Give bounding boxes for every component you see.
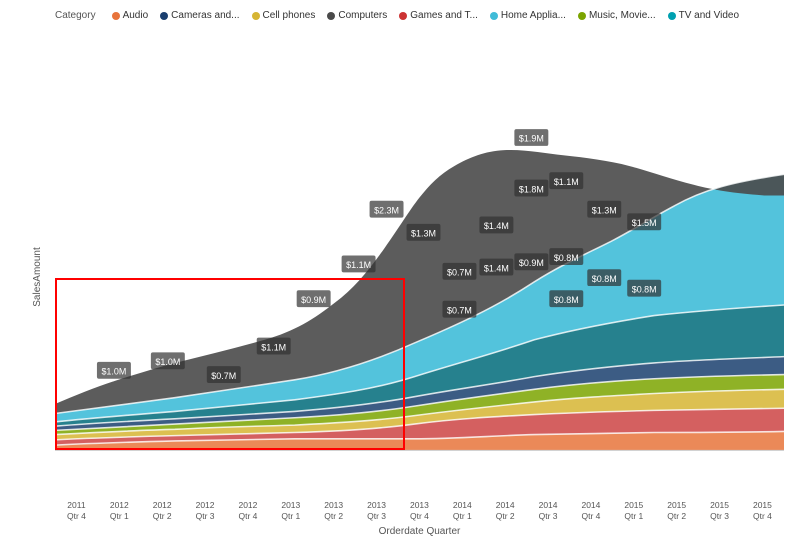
legend-item-computers: Computers [327,10,387,21]
x-label-2015q1: 2015Qtr 1 [612,500,655,522]
svg-text:$1.3M: $1.3M [592,205,617,215]
svg-text:$0.8M: $0.8M [592,274,617,284]
legend-item-cellphones: Cell phones [252,10,316,21]
chart-container: Category Audio Cameras and... Cell phone… [0,0,794,553]
y-axis-label: SalesAmount [32,247,43,306]
svg-text:$0.7M: $0.7M [447,305,472,315]
svg-text:$0.9M: $0.9M [301,295,326,305]
legend-item-music: Music, Movie... [578,10,656,21]
legend-dot-games [399,12,407,20]
x-label-2015q3: 2015Qtr 3 [698,500,741,522]
svg-text:$1.4M: $1.4M [484,221,509,231]
legend-label-cellphones: Cell phones [263,10,316,21]
svg-text:$0.8M: $0.8M [632,284,657,294]
svg-text:$0.7M: $0.7M [447,267,472,277]
x-label-2014q1: 2014Qtr 1 [441,500,484,522]
svg-text:$1.8M: $1.8M [519,184,544,194]
chart-area: $1.0M $1.0M $0.7M $1.1M $0.9M $1.1M $2.3… [55,29,784,482]
svg-text:$1.1M: $1.1M [554,177,579,187]
legend-item-audio: Audio [112,10,149,21]
legend-label-music: Music, Movie... [589,10,656,21]
svg-text:$0.9M: $0.9M [519,258,544,268]
legend-dot-audio [112,12,120,20]
chart-svg: $1.0M $1.0M $0.7M $1.1M $0.9M $1.1M $2.3… [55,29,784,482]
x-label-2013q3: 2013Qtr 3 [355,500,398,522]
legend-label-games: Games and T... [410,10,478,21]
svg-text:$0.7M: $0.7M [211,371,236,381]
legend-dot-computers [327,12,335,20]
svg-text:$1.1M: $1.1M [261,342,286,352]
svg-text:$0.8M: $0.8M [554,295,579,305]
x-label-2014q2: 2014Qtr 2 [484,500,527,522]
legend-item-homeappliance: Home Applia... [490,10,566,21]
legend-label-homeappliance: Home Applia... [501,10,566,21]
x-axis: 2011Qtr 4 2012Qtr 1 2012Qtr 2 2012Qtr 3 … [55,500,784,522]
x-label-2012q2: 2012Qtr 2 [141,500,184,522]
legend-item-tv: TV and Video [668,10,739,21]
x-label-2012q3: 2012Qtr 3 [184,500,227,522]
svg-text:$1.0M: $1.0M [155,357,180,367]
x-label-2012q4: 2012Qtr 4 [227,500,270,522]
x-label-2015q2: 2015Qtr 2 [655,500,698,522]
x-axis-title: Orderdate Quarter [379,526,461,537]
x-label-2013q4: 2013Qtr 4 [398,500,441,522]
chart-legend: Category Audio Cameras and... Cell phone… [55,10,784,21]
x-label-2014q4: 2014Qtr 4 [570,500,613,522]
x-label-2012q1: 2012Qtr 1 [98,500,141,522]
svg-text:$2.3M: $2.3M [374,205,399,215]
legend-dot-cameras [160,12,168,20]
x-label-2014q3: 2014Qtr 3 [527,500,570,522]
legend-item-games: Games and T... [399,10,478,21]
svg-text:$1.1M: $1.1M [346,260,371,270]
svg-text:$0.8M: $0.8M [554,253,579,263]
svg-text:$1.9M: $1.9M [519,134,544,144]
legend-label-cameras: Cameras and... [171,10,239,21]
legend-dot-homeappliance [490,12,498,20]
x-label-2011q4: 2011Qtr 4 [55,500,98,522]
legend-dot-tv [668,12,676,20]
svg-text:$1.4M: $1.4M [484,263,509,273]
x-label-2013q1: 2013Qtr 1 [269,500,312,522]
svg-text:$1.5M: $1.5M [632,218,657,228]
legend-label-audio: Audio [123,10,149,21]
svg-text:$1.0M: $1.0M [101,366,126,376]
legend-dot-cellphones [252,12,260,20]
legend-title: Category [55,10,96,21]
legend-label-computers: Computers [338,10,387,21]
legend-item-cameras: Cameras and... [160,10,239,21]
legend-label-tv: TV and Video [679,10,739,21]
legend-dot-music [578,12,586,20]
x-label-2013q2: 2013Qtr 2 [312,500,355,522]
svg-text:$1.3M: $1.3M [411,228,436,238]
x-label-2015q4: 2015Qtr 4 [741,500,784,522]
